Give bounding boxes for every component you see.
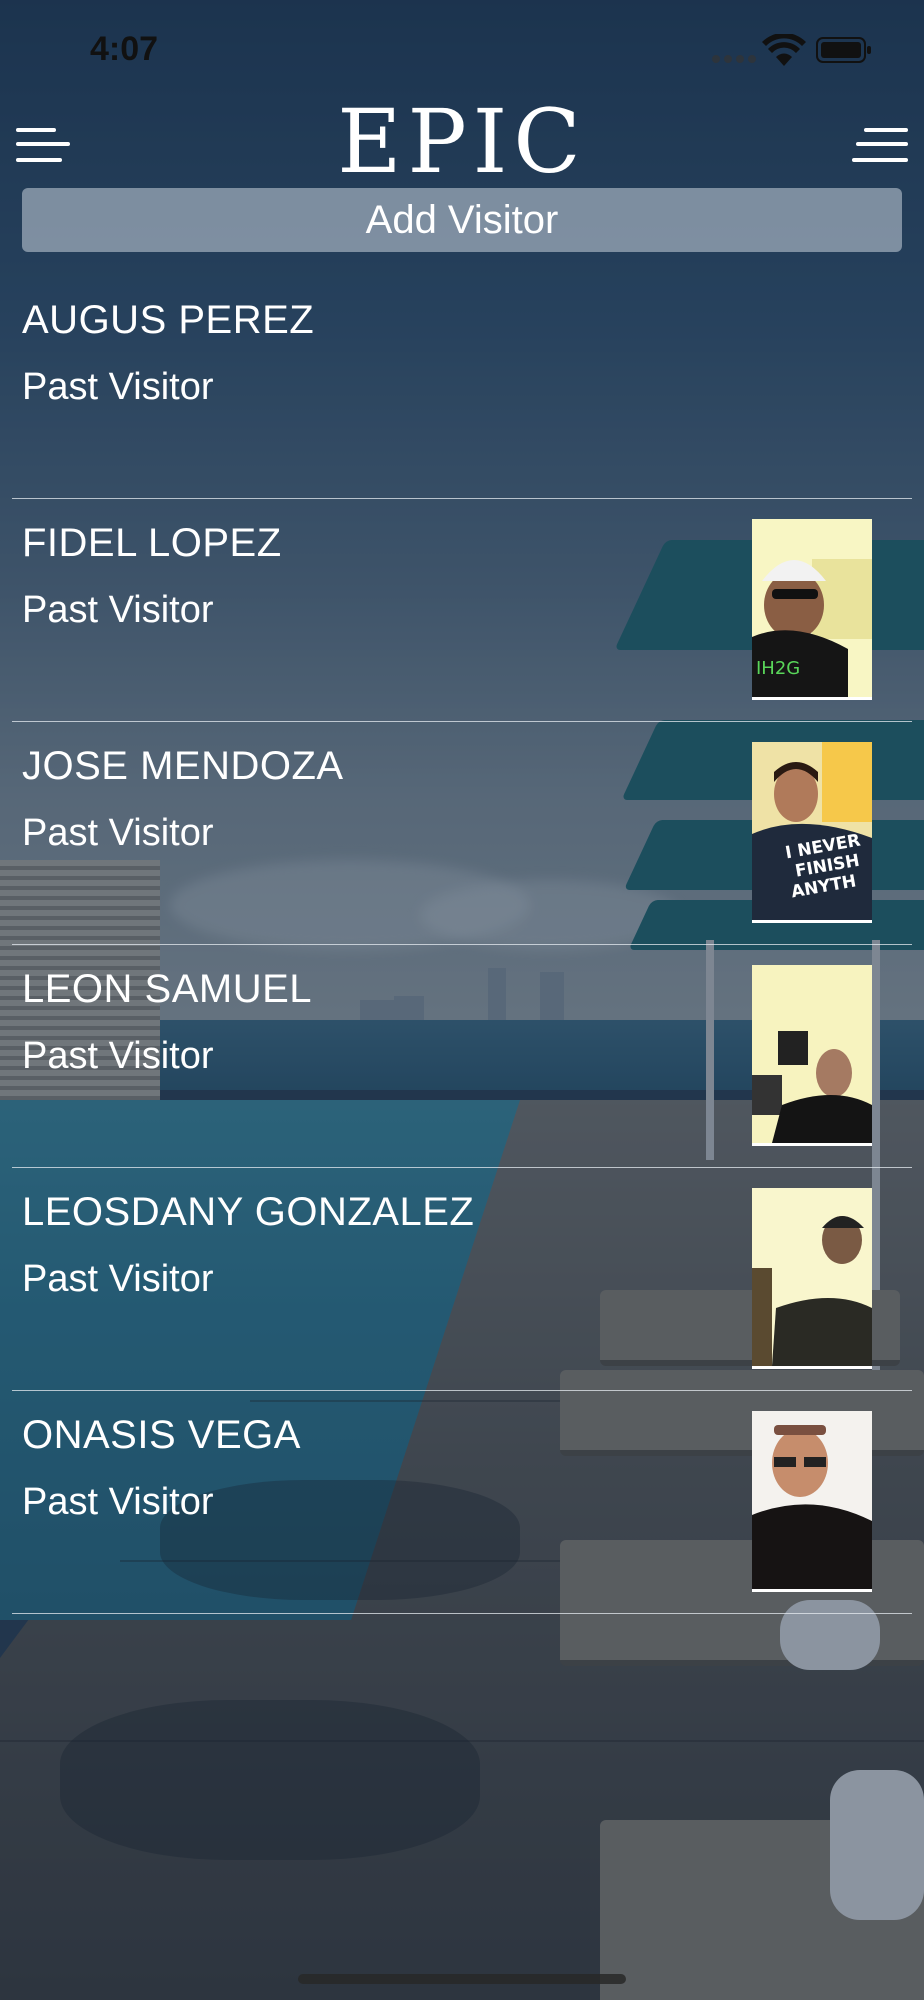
visitor-status: Past Visitor: [22, 1258, 214, 1300]
visitor-status: Past Visitor: [22, 812, 214, 854]
visitor-row[interactable]: LEOSDANY GONZALEZ Past Visitor: [0, 1168, 924, 1391]
visitor-photo: [752, 1188, 872, 1369]
status-time: 4:07: [90, 30, 159, 68]
visitor-status: Past Visitor: [22, 366, 214, 408]
signal-dots-icon: [712, 55, 756, 63]
battery-icon: [816, 37, 871, 63]
visitor-photo: I NEVER FINISH ANYTH: [752, 742, 872, 923]
visitor-name: LEOSDANY GONZALEZ: [22, 1190, 475, 1234]
visitor-name: AUGUS PEREZ: [22, 298, 315, 342]
visitor-row[interactable]: JOSE MENDOZA Past Visitor I NEVER FINISH…: [0, 722, 924, 945]
visitor-name: FIDEL LOPEZ: [22, 521, 282, 565]
visitor-name: JOSE MENDOZA: [22, 744, 344, 788]
visitor-status: Past Visitor: [22, 1035, 214, 1077]
wifi-icon: [762, 34, 806, 66]
svg-text:IH2G: IH2G: [756, 658, 800, 679]
visitor-row[interactable]: FIDEL LOPEZ Past Visitor IH2G: [0, 499, 924, 722]
visitor-name: LEON SAMUEL: [22, 967, 313, 1011]
visitor-photo: [752, 965, 872, 1146]
visitor-photo: IH2G: [752, 519, 872, 700]
status-bar: 4:07: [0, 0, 924, 96]
visitor-name: ONASIS VEGA: [22, 1413, 301, 1457]
home-indicator: [298, 1974, 626, 1984]
visitor-status: Past Visitor: [22, 589, 214, 631]
visitor-row[interactable]: LEON SAMUEL Past Visitor: [0, 945, 924, 1168]
right-menu-icon[interactable]: [852, 112, 910, 162]
visitor-list: AUGUS PEREZ Past Visitor FIDEL LOPEZ Pas…: [0, 276, 924, 1614]
visitor-row[interactable]: AUGUS PEREZ Past Visitor: [0, 276, 924, 499]
nav-bar: EPIC: [0, 90, 924, 193]
visitor-status: Past Visitor: [22, 1481, 214, 1523]
add-visitor-button[interactable]: Add Visitor: [22, 188, 902, 252]
epic-logo: EPIC: [337, 90, 587, 193]
visitor-row[interactable]: ONASIS VEGA Past Visitor: [0, 1391, 924, 1614]
visitor-photo: [752, 1411, 872, 1592]
